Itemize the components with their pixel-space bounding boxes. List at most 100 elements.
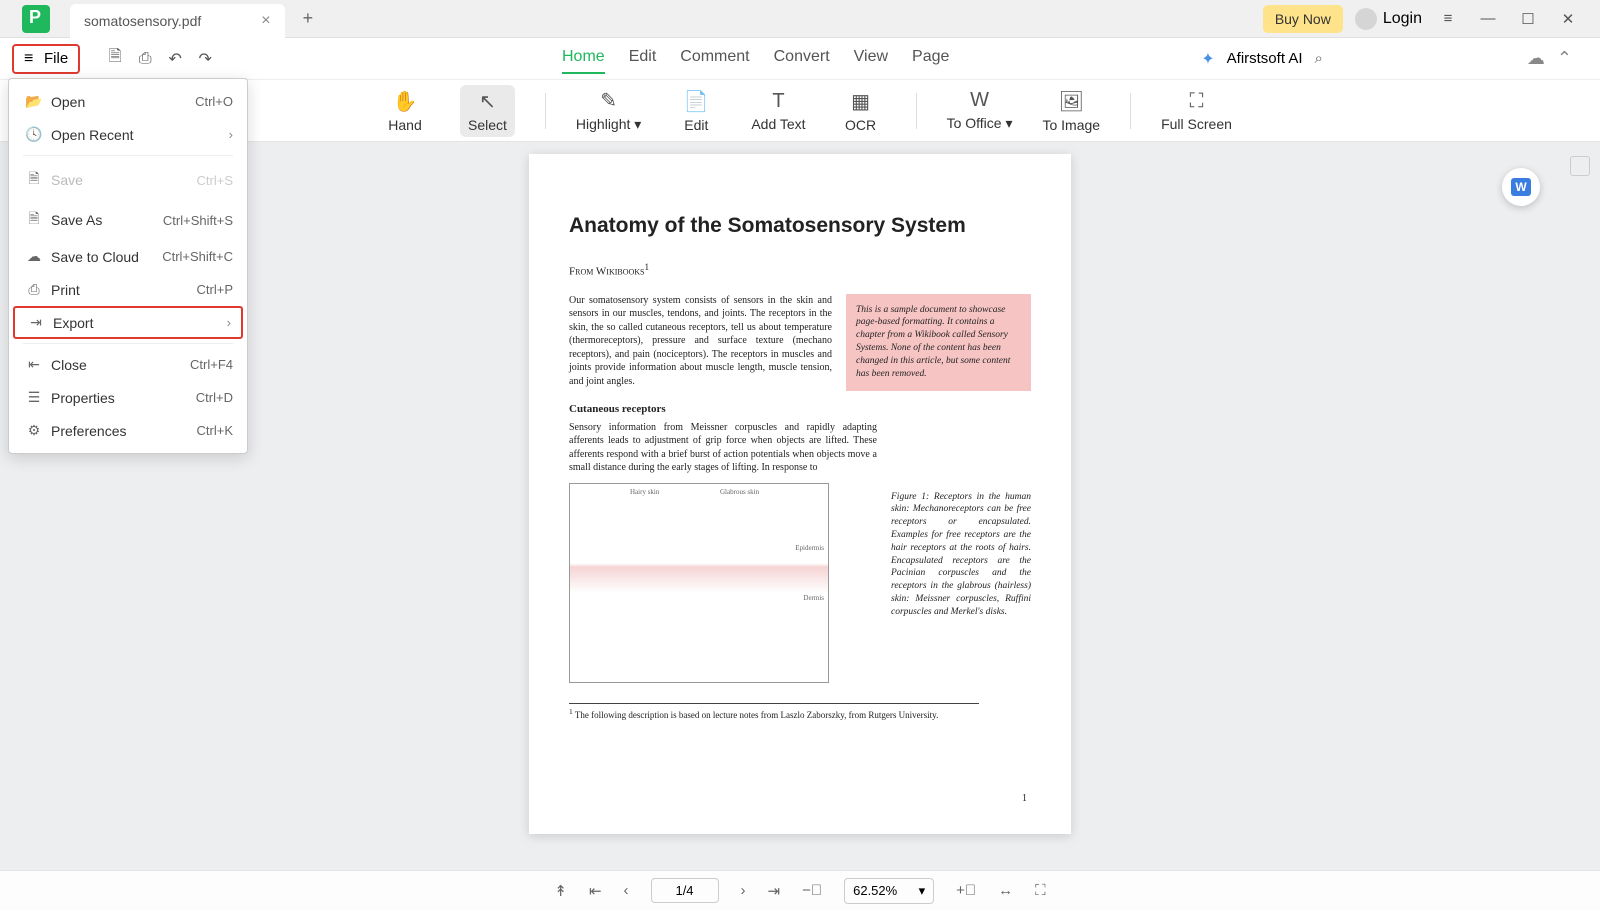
last-page-icon[interactable]: ⇥ (768, 882, 781, 900)
hand-tool[interactable]: ✋ Hand (380, 89, 430, 133)
preferences-icon: ⚙ (23, 422, 45, 439)
close-tab-icon[interactable]: × (261, 12, 270, 30)
search-icon[interactable]: ⌕ (1315, 50, 1323, 67)
menu-properties[interactable]: ☰ Properties Ctrl+D (9, 381, 247, 414)
hamburger-menu-icon[interactable]: ≡ (1434, 10, 1462, 27)
chevron-right-icon: › (229, 127, 233, 142)
fit-width-icon[interactable]: ↔ (998, 882, 1013, 899)
prev-page-icon[interactable]: ‹ (624, 882, 629, 899)
next-page-icon[interactable]: › (741, 882, 746, 899)
ai-label[interactable]: Afirstsoft AI (1227, 50, 1303, 67)
ai-star-icon: ✦ (1201, 49, 1214, 69)
highlight-label: Highlight ▾ (576, 116, 641, 133)
zoom-in-icon[interactable]: +⃝ (956, 882, 976, 899)
new-tab-button[interactable]: + (303, 8, 314, 29)
buy-now-button[interactable]: Buy Now (1263, 5, 1343, 33)
hand-label: Hand (388, 117, 421, 133)
page-number: 1 (1022, 793, 1027, 804)
save-icon: 🗎 (23, 168, 45, 192)
add-text-label: Add Text (751, 116, 805, 132)
page-input[interactable]: 1/4 (651, 878, 719, 903)
zoom-out-icon[interactable]: −⃝ (802, 882, 822, 899)
document-tab[interactable]: somatosensory.pdf × (70, 4, 285, 38)
file-menu-button[interactable]: File (12, 44, 80, 74)
word-export-floating-button[interactable]: W (1502, 168, 1540, 206)
properties-icon: ☰ (23, 389, 45, 406)
panel-toggle-icon[interactable] (1570, 156, 1590, 176)
highlight-tool[interactable]: ✎ Highlight ▾ (576, 88, 641, 133)
menu-icon (24, 50, 38, 68)
chevron-down-icon: ▾ (919, 883, 926, 899)
to-office-label: To Office ▾ (947, 115, 1013, 132)
hand-icon: ✋ (393, 89, 418, 114)
tab-edit[interactable]: Edit (629, 48, 657, 74)
edit-label: Edit (684, 117, 708, 133)
to-image-tool[interactable]: 🖼 To Image (1042, 89, 1100, 133)
save-as-icon: 🗎 (23, 208, 45, 232)
minimize-icon[interactable]: — (1474, 10, 1502, 27)
ocr-tool[interactable]: ▦ OCR (836, 89, 886, 133)
select-tool[interactable]: ↖ Select (460, 85, 515, 137)
tab-convert[interactable]: Convert (774, 48, 830, 74)
pdf-page: Anatomy of the Somatosensory System From… (529, 154, 1071, 834)
figure-1: Hairy skin Glabrous skin Epidermis Dermi… (569, 483, 829, 683)
menu-save-as[interactable]: 🗎 Save As Ctrl+Shift+S (9, 200, 247, 240)
ai-area: ✦ Afirstsoft AI ⌕ ☁ ⌃ (1201, 48, 1572, 69)
tab-comment[interactable]: Comment (680, 48, 749, 74)
figure-caption: Figure 1: Receptors in the human skin: M… (891, 491, 1031, 619)
menu-open-recent[interactable]: 🕓 Open Recent › (9, 118, 247, 151)
separator (545, 93, 546, 129)
edit-tool[interactable]: 📄 Edit (671, 89, 721, 133)
close-window-icon[interactable]: ✕ (1554, 10, 1582, 28)
scroll-top-icon[interactable]: ↟ (554, 882, 567, 900)
save-icon[interactable]: 🗎 (100, 45, 130, 72)
sidebar-note: This is a sample document to showcase pa… (846, 294, 1031, 391)
file-menu-dropdown: 📂 Open Ctrl+O 🕓 Open Recent › 🗎 Save Ctr… (8, 78, 248, 454)
main-tabs: Home Edit Comment Convert View Page (562, 48, 949, 74)
tab-title: somatosensory.pdf (84, 13, 201, 29)
menu-close[interactable]: ⇤ Close Ctrl+F4 (9, 348, 247, 381)
menu-divider (23, 343, 233, 344)
title-bar: somatosensory.pdf × + Buy Now Login ≡ — … (0, 0, 1600, 38)
open-icon: 📂 (23, 93, 45, 110)
login-label: Login (1383, 10, 1422, 28)
close-icon: ⇤ (23, 356, 45, 373)
fit-page-icon[interactable]: ⛶ (1035, 882, 1046, 899)
fullscreen-icon: ⛶ (1189, 90, 1203, 113)
menu-divider (23, 155, 233, 156)
menu-preferences[interactable]: ⚙ Preferences Ctrl+K (9, 414, 247, 447)
zoom-select[interactable]: 62.52% ▾ (844, 878, 934, 904)
ocr-icon: ▦ (851, 89, 870, 114)
cloud-save-icon: ☁ (23, 248, 45, 265)
tab-view[interactable]: View (854, 48, 888, 74)
undo-icon[interactable]: ↶ (160, 49, 190, 69)
ocr-label: OCR (845, 117, 876, 133)
bottom-bar: ↟ ⇤ ‹ 1/4 › ⇥ −⃝ 62.52% ▾ +⃝ ↔ ⛶ (0, 870, 1600, 910)
redo-icon[interactable]: ↷ (190, 49, 220, 69)
add-text-tool[interactable]: T Add Text (751, 90, 805, 132)
print-icon: ⎙ (23, 281, 45, 298)
export-icon: ⇥ (25, 314, 47, 331)
print-icon[interactable]: ⎙ (130, 50, 160, 68)
menu-save: 🗎 Save Ctrl+S (9, 160, 247, 200)
menu-open[interactable]: 📂 Open Ctrl+O (9, 85, 247, 118)
tab-home[interactable]: Home (562, 48, 605, 74)
app-logo-icon (22, 5, 50, 33)
cloud-icon[interactable]: ☁ (1527, 48, 1545, 69)
file-label: File (44, 50, 68, 67)
menu-save-to-cloud[interactable]: ☁ Save to Cloud Ctrl+Shift+C (9, 240, 247, 273)
maximize-icon[interactable]: ☐ (1514, 10, 1542, 28)
full-screen-tool[interactable]: ⛶ Full Screen (1161, 90, 1232, 132)
select-label: Select (468, 117, 507, 133)
first-page-icon[interactable]: ⇤ (589, 882, 602, 900)
menu-print[interactable]: ⎙ Print Ctrl+P (9, 273, 247, 306)
collapse-icon[interactable]: ⌃ (1557, 48, 1572, 69)
to-office-tool[interactable]: W To Office ▾ (947, 89, 1013, 132)
doc-title: Anatomy of the Somatosensory System (569, 214, 1031, 238)
login-button[interactable]: Login (1355, 8, 1422, 30)
highlight-icon: ✎ (600, 88, 617, 113)
right-rail (1570, 156, 1592, 176)
tab-page[interactable]: Page (912, 48, 949, 74)
menu-export[interactable]: ⇥ Export › (13, 306, 243, 339)
separator (1130, 93, 1131, 129)
